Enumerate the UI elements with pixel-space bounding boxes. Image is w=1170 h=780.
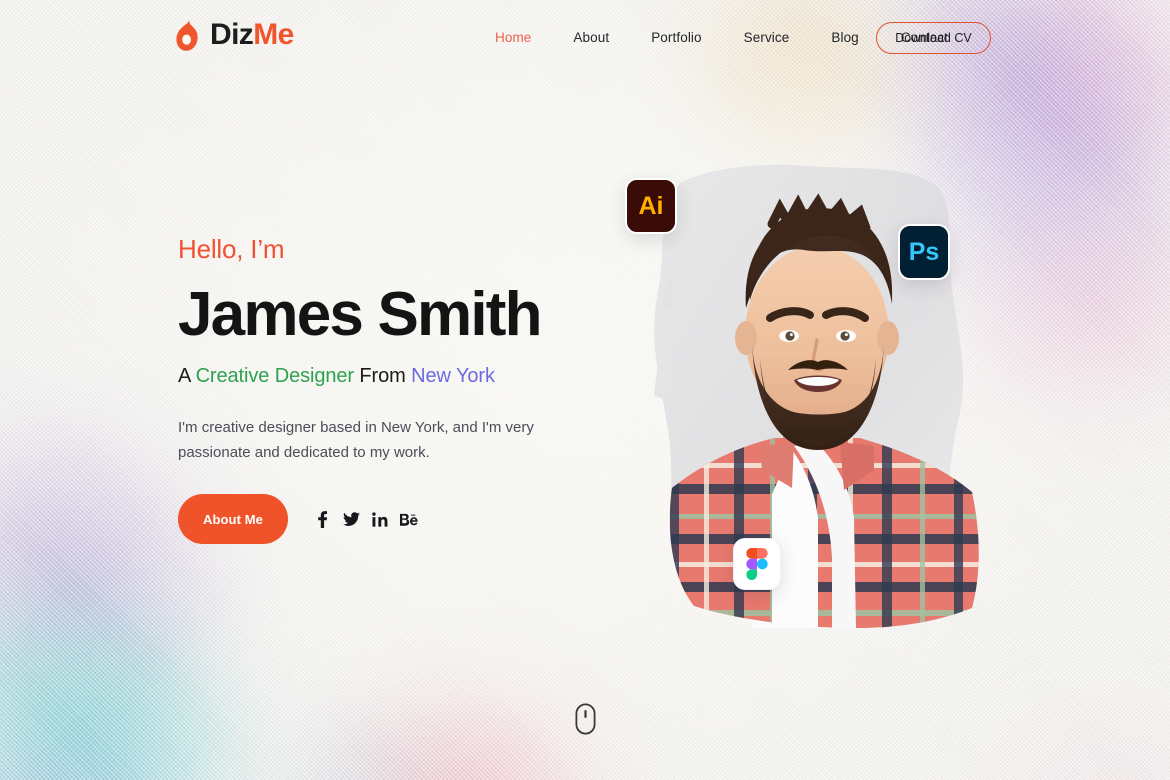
hero-name: James Smith — [178, 280, 543, 349]
social-links — [311, 507, 420, 531]
nav-item-home[interactable]: Home — [495, 30, 552, 45]
hero-description: I'm creative designer based in New York,… — [178, 419, 534, 461]
portrait-alt-text: Smiling bearded man in pink plaid shirt — [620, 150, 621, 151]
twitter-icon[interactable] — [340, 507, 362, 531]
role-highlight: Creative Designer — [195, 365, 354, 388]
scroll-down-mouse-icon[interactable] — [575, 703, 596, 735]
nav-item-blog[interactable]: Blog — [810, 30, 879, 45]
site-header: DizMe Home About Portfolio Service Blog … — [0, 0, 1170, 78]
role-location: New York — [411, 365, 495, 388]
hero-role-line: A Creative Designer From New York — [178, 365, 578, 388]
download-cv-button[interactable]: Download CV — [876, 22, 991, 54]
linkedin-icon[interactable] — [369, 507, 391, 531]
logo-text-accent: Me — [253, 18, 294, 51]
hero-portrait: Smiling bearded man in pink plaid shirt — [620, 150, 1010, 670]
role-prefix: A — [178, 365, 196, 388]
nav-item-about[interactable]: About — [552, 30, 630, 45]
nav-item-service[interactable]: Service — [723, 30, 811, 45]
logo-text-primary: Diz — [210, 18, 254, 51]
hero-cta-row: About Me — [178, 494, 420, 544]
hero-greeting: Hello, I’m — [178, 234, 285, 264]
flame-drop-icon — [176, 18, 198, 51]
figma-badge[interactable] — [733, 538, 781, 590]
behance-icon[interactable] — [398, 507, 420, 531]
facebook-icon[interactable] — [311, 507, 333, 531]
nav-item-portfolio[interactable]: Portfolio — [630, 30, 722, 45]
figma-logo-icon — [746, 548, 768, 580]
adobe-photoshop-badge[interactable]: Ps — [898, 224, 950, 280]
hero-text-block: Hello, I’m James Smith A Creative Design… — [178, 236, 578, 466]
logo[interactable]: DizMe — [176, 18, 294, 52]
adobe-illustrator-badge[interactable]: Ai — [625, 178, 677, 234]
about-me-button[interactable]: About Me — [178, 494, 288, 544]
role-middle: From — [353, 365, 412, 388]
